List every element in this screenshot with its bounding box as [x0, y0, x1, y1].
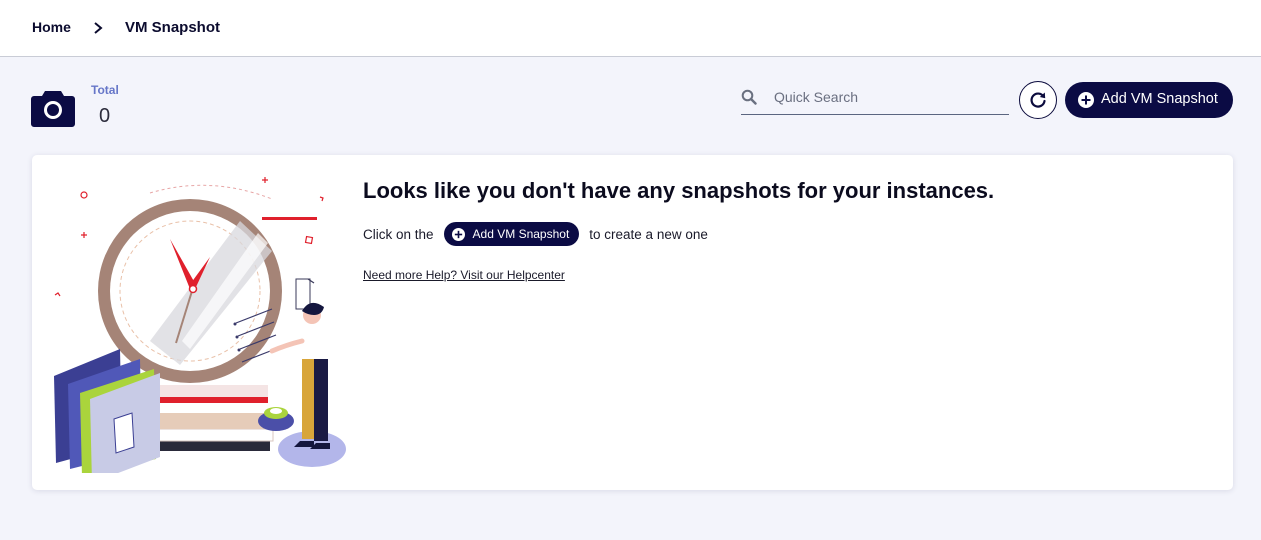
search-input[interactable] — [774, 86, 1004, 108]
inline-add-vm-snapshot-label: Add VM Snapshot — [472, 227, 570, 241]
add-vm-snapshot-button[interactable]: Add VM Snapshot — [1065, 82, 1233, 118]
empty-state-card: Looks like you don't have any snapshots … — [32, 155, 1233, 490]
add-vm-snapshot-label: Add VM Snapshot — [1101, 91, 1218, 107]
inline-add-vm-snapshot-button[interactable]: Add VM Snapshot — [443, 222, 580, 246]
empty-state-title: Looks like you don't have any snapshots … — [363, 178, 995, 203]
empty-state-hint: Click on the Add VM Snapshot to create a… — [363, 222, 708, 246]
top-bar: Home VM Snapshot — [0, 0, 1261, 57]
helpcenter-link[interactable]: Need more Help? Visit our Helpcenter — [363, 268, 565, 282]
refresh-icon — [1030, 92, 1046, 108]
refresh-button[interactable] — [1019, 81, 1057, 119]
camera-icon — [31, 91, 75, 127]
hint-prefix: Click on the — [363, 226, 434, 242]
total-label: Total — [91, 83, 119, 97]
chevron-right-icon — [94, 22, 103, 34]
search-icon — [741, 89, 757, 105]
breadcrumb-home-link[interactable]: Home — [32, 19, 71, 35]
empty-state-illustration — [54, 177, 346, 473]
quick-search — [741, 83, 1009, 115]
plus-circle-icon — [1078, 92, 1094, 108]
hint-suffix: to create a new one — [589, 226, 708, 242]
breadcrumb-current: VM Snapshot — [125, 19, 221, 36]
plus-circle-icon — [451, 227, 465, 241]
total-count: 0 — [99, 105, 111, 127]
